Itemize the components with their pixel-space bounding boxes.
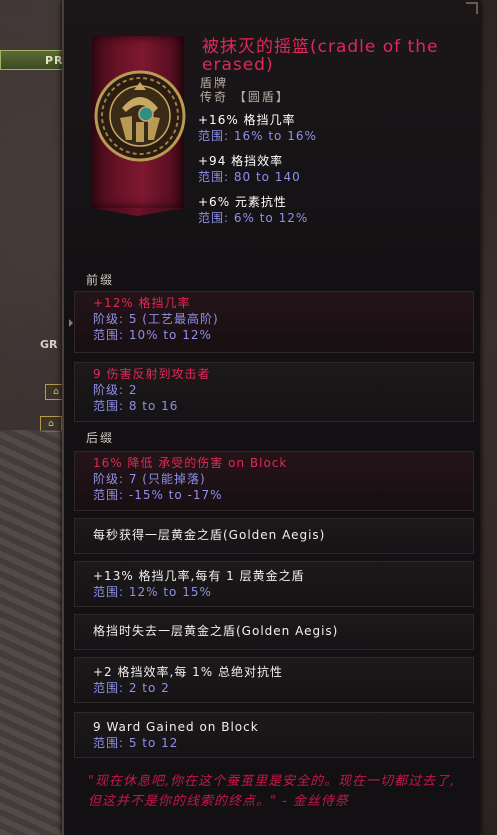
affix-title: 每秒获得一层黄金之盾(Golden Aegis): [93, 528, 326, 542]
implicit-stat: +6% 元素抗性 范围: 6% to 12%: [198, 194, 308, 226]
item-base-type: 盾牌: [200, 76, 229, 90]
unique-affix[interactable]: +2 格挡效率,每 1% 总绝对抗性 范围: 2 to 2: [74, 657, 474, 703]
suffix-heading: 后缀: [86, 431, 115, 445]
affix-tier: 阶级: 2: [93, 383, 138, 397]
affix-title: +12% 格挡几率: [93, 296, 191, 310]
suffix-affix[interactable]: 16% 降低 承受的伤害 on Block 阶级: 7 (只能掉落) 范围: -…: [74, 451, 474, 511]
affix-range: 范围: -15% to -17%: [93, 488, 223, 502]
affix-title: +13% 格挡几率,每有 1 层黄金之盾: [93, 569, 305, 583]
implicit-stat-range: 范围: 80 to 140: [198, 170, 301, 184]
prefix-affix[interactable]: +12% 格挡几率 阶级: 5 (工艺最高阶) 范围: 10% to 12%: [69, 291, 474, 353]
implicit-stat-value: +94 格挡效率: [198, 154, 284, 168]
affix-notch-icon: [69, 319, 73, 327]
implicit-stat-range: 范围: 16% to 16%: [198, 129, 317, 143]
background-side-label: GR: [40, 338, 58, 351]
item-name: 被抹灭的摇篮(cradle of the erased): [202, 37, 439, 75]
affix-title: 格挡时失去一层黄金之盾(Golden Aegis): [93, 624, 339, 638]
affix-title: 9 伤害反射到攻击者: [93, 367, 211, 381]
affix-range: 范围: 12% to 15%: [93, 585, 212, 599]
affix-range: 范围: 8 to 16: [93, 399, 179, 413]
item-tooltip: 被抹灭的摇篮(cradle of the erased) 盾牌 传奇 【圆盾】 …: [62, 0, 480, 835]
shield-emblem-icon: [94, 70, 186, 162]
affix-range: 范围: 5 to 12: [93, 736, 179, 750]
lore-text: "现在休息吧,你在这个蚕茧里是安全的。现在一切都过去了,但这并不是你的线索的终点…: [88, 774, 456, 809]
affix-range: 范围: 2 to 2: [93, 681, 170, 695]
implicit-stat: +94 格挡效率 范围: 80 to 140: [198, 153, 301, 185]
affix-tier: 阶级: 7 (只能掉落): [93, 472, 206, 486]
unique-affix[interactable]: 格挡时失去一层黄金之盾(Golden Aegis): [74, 614, 474, 650]
item-rarity: 传奇 【圆盾】: [200, 90, 290, 104]
affix-tier: 阶级: 5 (工艺最高阶): [93, 312, 219, 326]
background-right-strip: [478, 0, 497, 835]
prefix-affix[interactable]: 9 伤害反射到攻击者 阶级: 2 范围: 8 to 16: [74, 362, 474, 422]
background-wall: [0, 430, 70, 835]
unique-affix[interactable]: 9 Ward Gained on Block 范围: 5 to 12: [74, 712, 474, 758]
tooltip-corner-ornament: [466, 2, 478, 14]
implicit-stat-value: +6% 元素抗性: [198, 195, 287, 209]
affix-title: 9 Ward Gained on Block: [93, 720, 259, 734]
implicit-stat-value: +16% 格挡几率: [198, 113, 296, 127]
implicit-stat-range: 范围: 6% to 12%: [198, 211, 309, 225]
prefix-heading: 前缀: [86, 273, 115, 287]
background-bar-label: PR: [45, 54, 64, 67]
affix-title: +2 格挡效率,每 1% 总绝对抗性: [93, 665, 283, 679]
unique-affix[interactable]: +13% 格挡几率,每有 1 层黄金之盾 范围: 12% to 15%: [74, 561, 474, 607]
unique-affix[interactable]: 每秒获得一层黄金之盾(Golden Aegis): [74, 518, 474, 554]
implicit-stat: +16% 格挡几率 范围: 16% to 16%: [198, 112, 317, 144]
affix-range: 范围: 10% to 12%: [93, 328, 212, 342]
affix-title: 16% 降低 承受的伤害 on Block: [93, 456, 288, 470]
